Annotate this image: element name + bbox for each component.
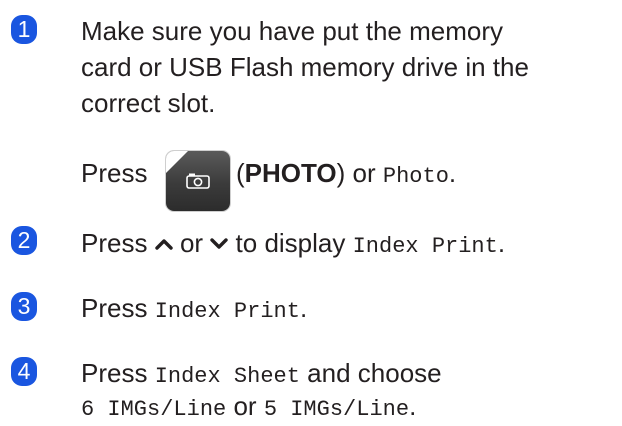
step-1-text-line-3: correct slot. [81, 88, 216, 118]
button-corner [166, 151, 188, 173]
press-word: Press [81, 228, 148, 258]
photo-button-label: PHOTO [244, 158, 337, 188]
step-1-press-line: Press [81, 158, 147, 188]
step-1-number: 1 [11, 15, 37, 44]
or-word: or [352, 158, 376, 188]
chevron-down-icon [210, 238, 228, 249]
step-2-text: Press or to display Index Print. [81, 228, 505, 262]
press-word: Press [81, 158, 148, 188]
press-word: Press [81, 358, 148, 388]
index-print-menu-item: Index Print [154, 299, 300, 324]
camera-icon [186, 173, 210, 189]
step-3-text: Press Index Print. [81, 293, 307, 327]
option-6-imgs-per-line: 6 IMGs/Line [81, 397, 227, 422]
step-3-number: 3 [11, 292, 37, 321]
or-word: or [233, 391, 257, 421]
period: . [409, 391, 417, 421]
period: . [448, 158, 457, 188]
to-display-text: to display [235, 228, 346, 258]
period: . [299, 293, 308, 323]
step-4-text-line-1: Press Index Sheet and choose [81, 358, 442, 392]
step-1-press-tail: (PHOTO) or Photo. [236, 158, 457, 189]
index-print-menu-item: Index Print [352, 234, 498, 259]
option-5-imgs-per-line: 5 IMGs/Line [263, 397, 410, 422]
and-choose-text: and choose [307, 358, 442, 388]
step-2-number: 2 [11, 226, 37, 255]
step-4-number: 4 [11, 357, 37, 386]
photo-button[interactable] [166, 151, 230, 211]
period: . [497, 228, 506, 258]
index-sheet-menu-item: Index Sheet [154, 364, 300, 389]
photo-menu-item: Photo [382, 164, 449, 189]
or-word: or [179, 228, 204, 258]
chevron-up-icon [155, 239, 173, 250]
step-1-text-line-1: Make sure you have put the memory [81, 16, 503, 46]
press-word: Press [81, 293, 148, 323]
step-4-text-line-2: 6 IMGs/Line or 5 IMGs/Line. [81, 391, 416, 425]
step-1-text-line-2: card or USB Flash memory drive in the [81, 52, 529, 82]
